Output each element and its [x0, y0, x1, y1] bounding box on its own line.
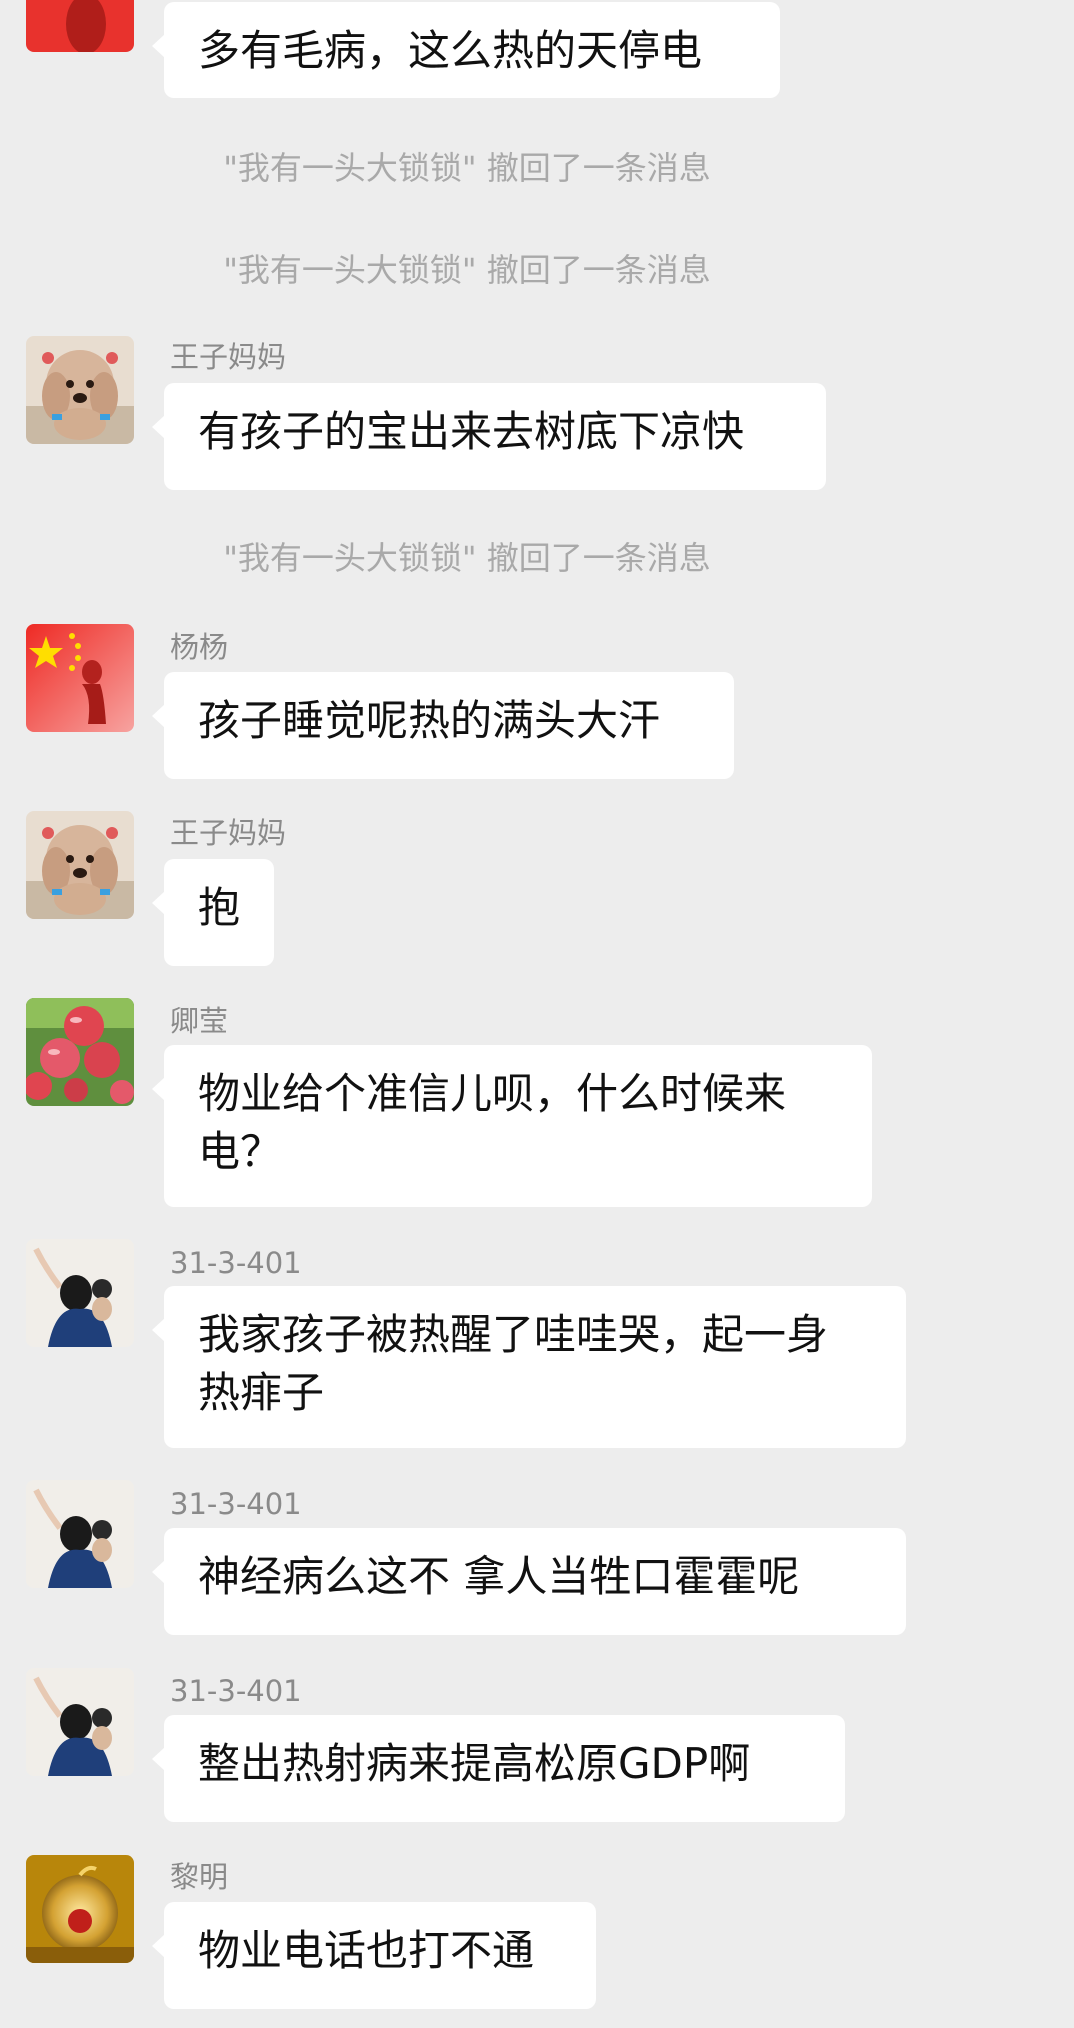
- sender-name: 杨杨: [170, 630, 229, 664]
- recall-notice: "我有一头大锁锁" 撤回了一条消息: [223, 149, 711, 187]
- mother-child-avatar[interactable]: [26, 1480, 134, 1588]
- message-bubble[interactable]: 我家孩子被热醒了哇哇哭，起一身 热痱子: [152, 1286, 906, 1448]
- sender-name: 王子妈妈: [170, 340, 287, 374]
- apple-avatar[interactable]: [26, 998, 134, 1106]
- flag-avatar[interactable]: [26, 624, 134, 732]
- sender-name: 31-3-401: [170, 1487, 302, 1521]
- message-text: 多有毛病，这么热的天停电: [198, 26, 703, 75]
- message-bubble[interactable]: 孩子睡觉呢热的满头大汗: [152, 672, 734, 779]
- sender-name: 31-3-401: [170, 1674, 302, 1708]
- gold-ornament-avatar[interactable]: [26, 1855, 134, 1963]
- message-text: 有孩子的宝出来去树底下凉快: [198, 407, 745, 456]
- message-bubble[interactable]: 抱: [152, 859, 274, 966]
- message-text: 孩子睡觉呢热的满头大汗: [198, 696, 661, 745]
- sender-name: 黎明: [170, 1860, 229, 1894]
- message-text: 物业电话也打不通: [198, 1926, 535, 1975]
- poodle-avatar[interactable]: [26, 811, 134, 919]
- flag-avatar[interactable]: [26, 0, 134, 52]
- message-text: 神经病么这不 拿人当牲口霍霍呢: [198, 1552, 800, 1601]
- recall-notice: "我有一头大锁锁" 撤回了一条消息: [223, 539, 711, 577]
- message-text: 抱: [198, 883, 241, 932]
- message-text-line: 物业给个准信儿呗，什么时候来: [198, 1069, 787, 1118]
- sender-name: 卿莹: [170, 1004, 229, 1038]
- message-bubble[interactable]: 有孩子的宝出来去树底下凉快: [152, 383, 826, 490]
- message-text-line: 电？: [198, 1127, 283, 1176]
- message-bubble[interactable]: 物业给个准信儿呗，什么时候来 电？: [152, 1045, 872, 1207]
- mother-child-avatar[interactable]: [26, 1668, 134, 1776]
- mother-child-avatar[interactable]: [26, 1239, 134, 1347]
- sender-name: 王子妈妈: [170, 816, 287, 850]
- sender-name: 31-3-401: [170, 1246, 302, 1280]
- message-bubble[interactable]: 整出热射病来提高松原GDP啊: [152, 1715, 845, 1822]
- message-text: 整出热射病来提高松原GDP啊: [198, 1739, 751, 1788]
- message-bubble[interactable]: 神经病么这不 拿人当牲口霍霍呢: [152, 1528, 906, 1635]
- message-bubble[interactable]: 多有毛病，这么热的天停电: [152, 2, 780, 98]
- message-text-line: 热痱子: [198, 1368, 325, 1417]
- message-text-line: 我家孩子被热醒了哇哇哭，起一身: [198, 1310, 829, 1359]
- message-bubble[interactable]: 物业电话也打不通: [152, 1902, 596, 2009]
- recall-notice: "我有一头大锁锁" 撤回了一条消息: [223, 251, 711, 289]
- poodle-avatar[interactable]: [26, 336, 134, 444]
